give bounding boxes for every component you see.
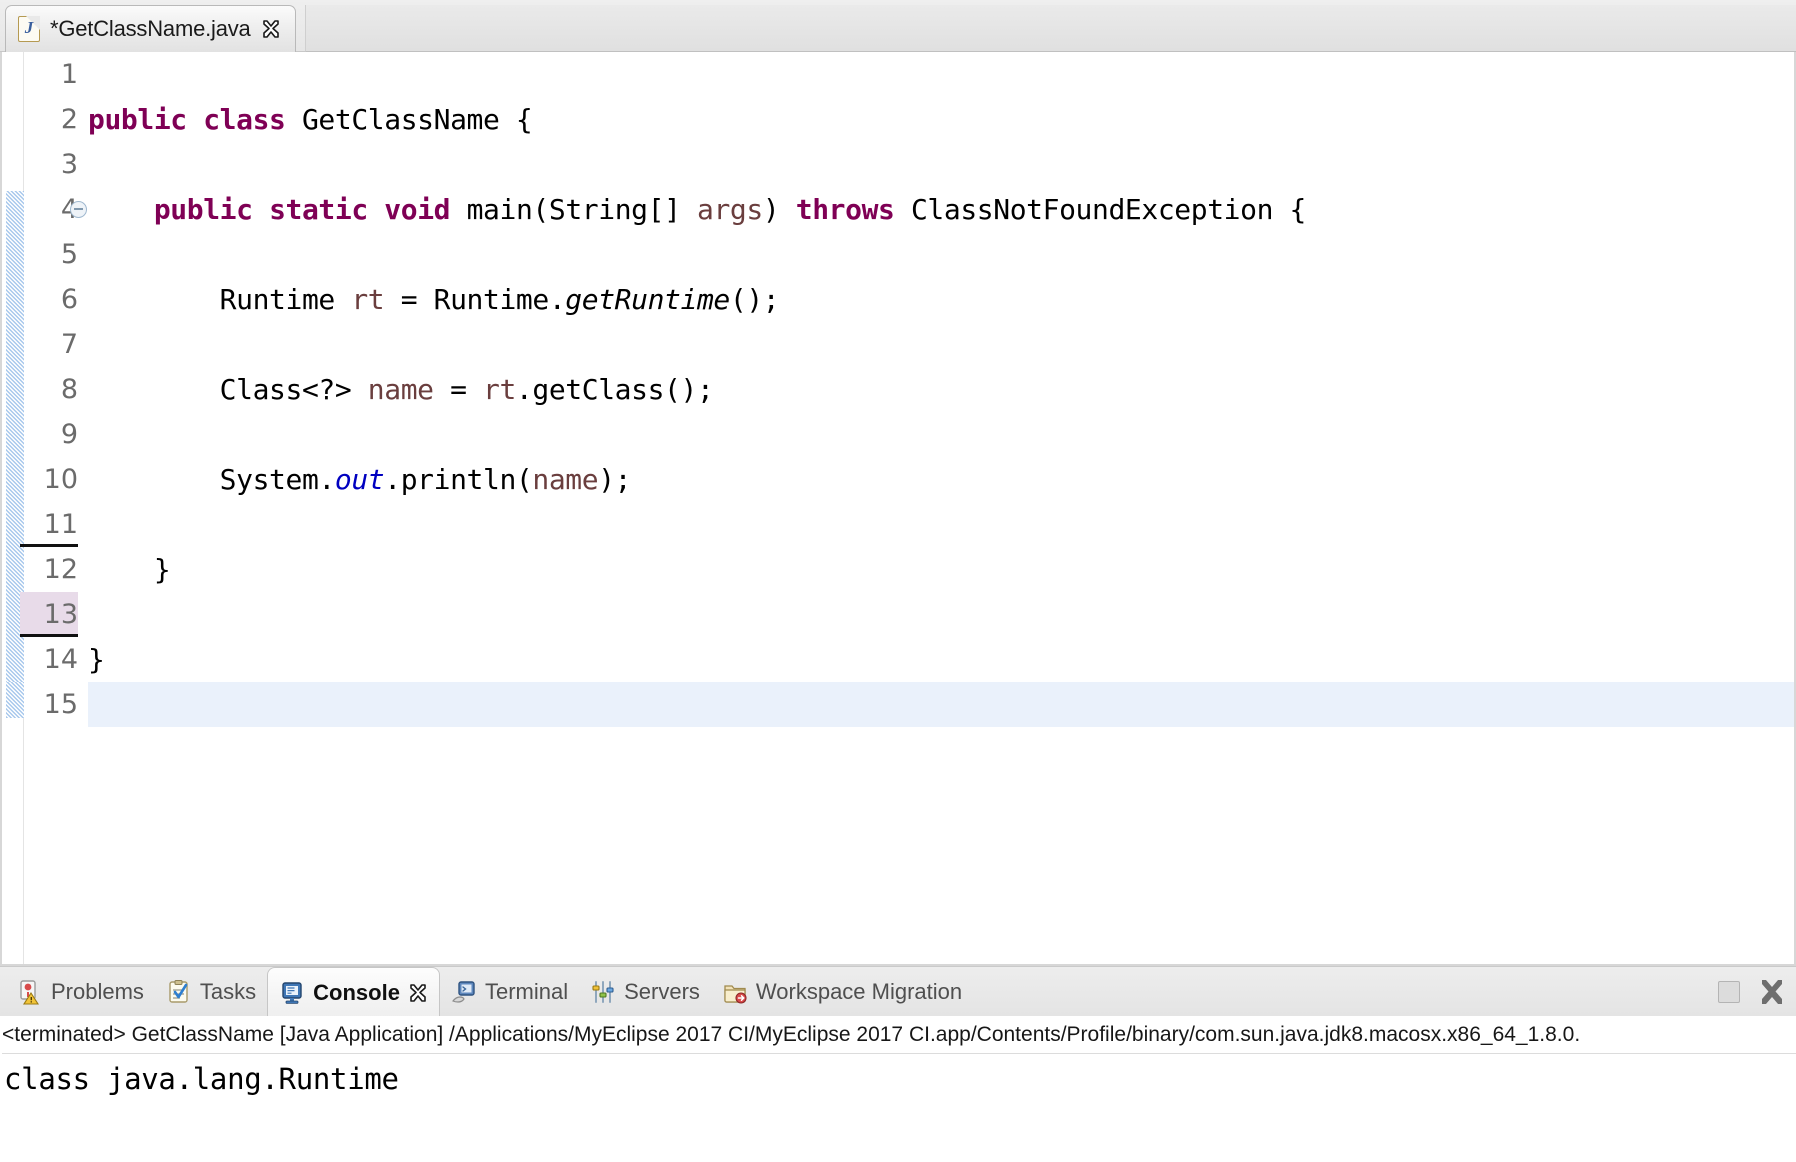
token-keyword: public	[88, 103, 187, 136]
tab-label-workspace-migration: Workspace Migration	[755, 979, 963, 1004]
tab-label-servers: Servers	[624, 979, 700, 1004]
bottom-view-actions	[1718, 967, 1786, 1017]
token-variable: name	[532, 463, 599, 496]
token-plain: .getClass();	[515, 373, 714, 406]
token-keyword: void	[384, 193, 451, 226]
tab-servers[interactable]: Servers	[579, 967, 711, 1017]
token-plain: =	[433, 373, 483, 406]
console-view[interactable]: <terminated> GetClassName [Java Applicat…	[0, 1016, 1796, 1162]
token-variable: rt	[483, 373, 516, 406]
line-number: 3	[60, 149, 78, 180]
token-keyword: public	[153, 193, 253, 226]
line-number: 1	[60, 59, 78, 90]
tab-label-tasks: Tasks	[199, 979, 257, 1004]
line-number: 10	[43, 464, 78, 495]
token-plain: ClassNotFoundException {	[894, 193, 1306, 226]
tab-label-terminal: Terminal	[484, 979, 569, 1004]
close-icon[interactable]	[408, 983, 428, 1003]
tab-label-console: Console	[313, 979, 400, 1005]
code-line-8: Class<?> name = rt.getClass();	[88, 367, 714, 412]
editor-tab-label: *GetClassName.java	[50, 16, 251, 41]
line-number: 2	[60, 104, 78, 135]
bottom-view-stack: Problems Tasks Console Terminal Servers …	[0, 966, 1796, 1162]
eclipse-ide-window: *GetClassName.java 1 2 3 4 5 6 7 8 9	[0, 0, 1796, 1162]
token-variable: name	[367, 373, 434, 406]
tab-console[interactable]: Console	[267, 967, 440, 1017]
code-line-2: public class GetClassName {	[88, 97, 533, 142]
terminal-icon	[451, 979, 477, 1005]
token-keyword: static	[269, 193, 368, 226]
code-text-area[interactable]: public class GetClassName { public stati…	[88, 52, 1794, 964]
console-process-label: <terminated> GetClassName [Java Applicat…	[2, 1016, 1796, 1054]
code-line-14: }	[88, 637, 105, 682]
line-number-ruler[interactable]: 1 2 3 4 5 6 7 8 9 10 11 12 13 14 15	[20, 52, 88, 964]
line-number: 6	[60, 284, 78, 315]
tasks-icon	[166, 979, 192, 1005]
code-line-12: }	[88, 547, 171, 592]
token-plain: );	[598, 463, 632, 496]
token-plain: ();	[729, 283, 780, 316]
tab-label-problems: Problems	[51, 979, 144, 1004]
token-variable: args	[697, 193, 763, 226]
editor-tab-getclassname[interactable]: *GetClassName.java	[5, 5, 296, 52]
line-number: 12	[43, 554, 78, 585]
token-plain: }	[88, 553, 171, 586]
console-icon	[279, 980, 305, 1006]
line-number: 15	[43, 689, 78, 720]
editor-tabstrip-filler	[305, 5, 1796, 52]
line-number: 8	[60, 374, 78, 405]
current-line-highlight	[88, 682, 1794, 727]
line-number: 11	[20, 502, 78, 547]
token-plain: .println(	[384, 463, 533, 496]
close-icon[interactable]	[261, 19, 281, 39]
token-plain: System.	[88, 463, 336, 496]
token-plain: )	[762, 193, 796, 226]
line-number-highlighted: 13	[20, 592, 78, 637]
token-plain: main(String[]	[450, 193, 697, 226]
console-output-text: class java.lang.Runtime	[4, 1062, 399, 1096]
token-plain: = Runtime.	[384, 283, 566, 316]
line-number: 5	[60, 239, 78, 270]
tab-terminal[interactable]: Terminal	[440, 967, 579, 1017]
java-file-icon	[18, 16, 40, 42]
token-static-field: out	[334, 463, 385, 496]
bottom-view-tablist: Problems Tasks Console Terminal Servers …	[6, 967, 973, 1017]
line-number: 14	[43, 644, 78, 675]
token-keyword: throws	[795, 193, 895, 226]
code-editor[interactable]: 1 2 3 4 5 6 7 8 9 10 11 12 13 14 15 publ…	[0, 52, 1796, 966]
token-keyword: class	[203, 103, 286, 136]
token-variable: rt	[351, 283, 385, 316]
bottom-view-tabstrip: Problems Tasks Console Terminal Servers …	[0, 966, 1796, 1017]
problems-icon	[17, 979, 43, 1005]
code-line-4: public static void main(String[] args) t…	[88, 187, 1307, 232]
fold-collapse-icon[interactable]	[70, 201, 87, 218]
token-plain: Class<?>	[88, 373, 368, 406]
minimize-icon[interactable]	[1718, 981, 1740, 1003]
token-static-method: getRuntime	[565, 283, 730, 316]
line-number: 9	[60, 419, 78, 450]
token-plain: GetClassName {	[285, 103, 533, 136]
code-line-6: Runtime rt = Runtime.getRuntime();	[88, 277, 780, 322]
line-number: 7	[60, 329, 78, 360]
tab-tasks[interactable]: Tasks	[155, 967, 267, 1017]
token-plain: Runtime	[88, 283, 352, 316]
tab-workspace-migration[interactable]: Workspace Migration	[711, 967, 973, 1017]
workspace-migration-icon	[722, 979, 748, 1005]
close-icon[interactable]	[1758, 978, 1786, 1006]
servers-icon	[590, 979, 616, 1005]
token-plain: }	[88, 643, 105, 676]
tab-problems[interactable]: Problems	[6, 967, 155, 1017]
code-line-10: System.out.println(name);	[88, 457, 632, 502]
editor-tabstrip: *GetClassName.java	[0, 0, 1796, 52]
